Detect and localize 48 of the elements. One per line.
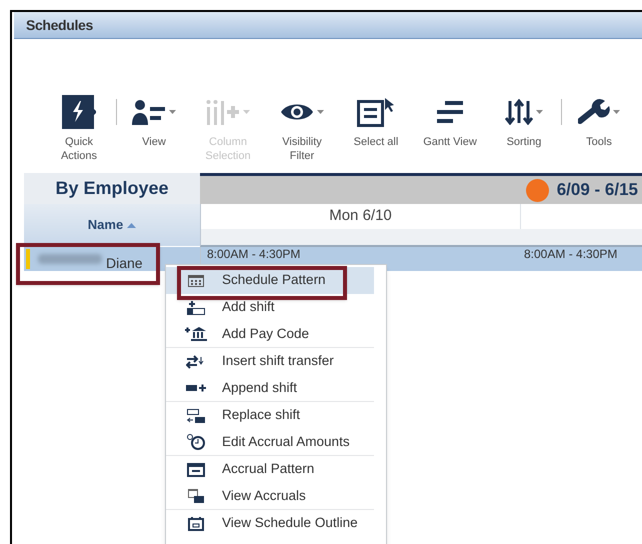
menu-item[interactable]: Replace shift bbox=[166, 402, 374, 429]
column-header[interactable]: Name bbox=[24, 204, 200, 246]
person-list-icon bbox=[132, 99, 166, 125]
card-icon bbox=[187, 462, 205, 476]
replace-shift-icon bbox=[187, 408, 205, 422]
menu-item[interactable]: Insert shift transfer bbox=[166, 348, 374, 375]
day-label: Mon 6/10 bbox=[329, 206, 392, 226]
calendar-stack-icon bbox=[188, 489, 204, 503]
transfer-icon bbox=[186, 354, 206, 368]
calendar-icon bbox=[188, 516, 204, 530]
toolbar-button[interactable]: Tools bbox=[562, 95, 636, 149]
window-title: Schedules bbox=[26, 16, 93, 34]
panel-title: By Employee bbox=[55, 177, 169, 200]
menu-item[interactable]: Accrual Pattern bbox=[166, 456, 374, 483]
toolbar-button[interactable]: Visibility Filter bbox=[265, 95, 339, 163]
toolbar-button[interactable]: View bbox=[117, 95, 191, 149]
menu-item[interactable]: Edit Accrual Amounts bbox=[166, 429, 374, 456]
employee-name: Diane bbox=[106, 254, 143, 272]
append-shift-icon bbox=[186, 384, 206, 392]
column-label: Name bbox=[88, 216, 124, 234]
menu-item[interactable]: Add shift bbox=[166, 294, 374, 321]
toolbar-button[interactable]: Sorting bbox=[487, 95, 561, 149]
columns-add-icon bbox=[206, 99, 240, 125]
menu-item[interactable]: View Schedule Outline bbox=[166, 510, 374, 537]
caret-icon bbox=[243, 110, 250, 114]
shift-cell[interactable]: 8:00AM - 4:30PM bbox=[518, 247, 642, 271]
caret-icon bbox=[613, 110, 620, 114]
bank-plus-icon bbox=[185, 327, 207, 341]
clock-icon bbox=[186, 434, 206, 450]
menu-item[interactable]: View Accruals bbox=[166, 483, 374, 510]
gantt-icon bbox=[437, 101, 463, 123]
calendar-grid-icon bbox=[188, 274, 204, 286]
add-shift-icon bbox=[187, 300, 205, 314]
caret-icon bbox=[169, 110, 176, 114]
toolbar-button[interactable]: Gantt View bbox=[413, 95, 487, 149]
menu-item[interactable]: Add Pay Code bbox=[166, 321, 374, 348]
caret-icon bbox=[536, 110, 543, 114]
menu-item[interactable]: Append shift bbox=[166, 375, 374, 402]
sort-arrows-icon bbox=[505, 99, 533, 125]
select-all-icon bbox=[357, 97, 395, 127]
period-label: 6/09 - 6/15 bbox=[556, 179, 638, 202]
toolbar-button[interactable]: Quick Actions bbox=[42, 95, 116, 163]
lightning-icon bbox=[62, 95, 96, 129]
redacted-mark bbox=[38, 254, 102, 264]
toolbar-button[interactable]: Select all bbox=[339, 95, 413, 149]
row-flag bbox=[26, 249, 30, 269]
wrench-icon bbox=[578, 99, 610, 125]
caret-icon bbox=[317, 110, 324, 114]
